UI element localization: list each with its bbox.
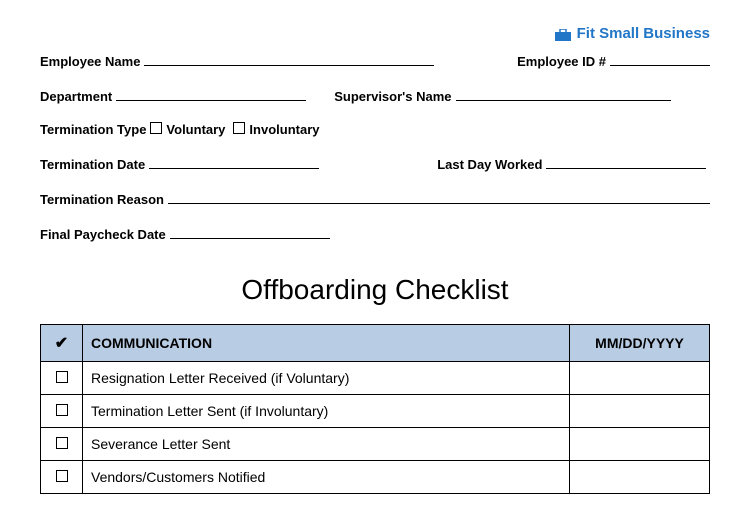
voluntary-label: Voluntary	[166, 122, 225, 137]
table-row: Termination Letter Sent (if Involuntary)	[41, 395, 710, 428]
row-label: Vendors/Customers Notified	[83, 461, 570, 494]
final-paycheck-field[interactable]: Final Paycheck Date	[40, 225, 330, 242]
brand-text: Fit Small Business	[577, 25, 710, 42]
table-row: Resignation Letter Received (if Voluntar…	[41, 362, 710, 395]
supervisor-input[interactable]	[456, 87, 671, 101]
termination-reason-label: Termination Reason	[40, 192, 164, 207]
row-date-input[interactable]	[570, 461, 710, 494]
header-section: COMMUNICATION	[83, 325, 570, 362]
final-paycheck-label: Final Paycheck Date	[40, 227, 166, 242]
last-day-field[interactable]: Last Day Worked	[437, 155, 706, 172]
termination-type-label: Termination Type	[40, 122, 146, 137]
termination-type-field: Termination Type Voluntary Involuntary	[40, 122, 320, 137]
table-row: Severance Letter Sent	[41, 428, 710, 461]
department-field[interactable]: Department	[40, 87, 306, 104]
row-checkbox[interactable]	[56, 470, 68, 482]
involuntary-checkbox[interactable]	[233, 122, 245, 134]
page-title: Offboarding Checklist	[40, 274, 710, 306]
row-date-input[interactable]	[570, 362, 710, 395]
row-date-input[interactable]	[570, 395, 710, 428]
supervisor-label: Supervisor's Name	[334, 89, 451, 104]
brand-header: Fit Small Business	[40, 25, 710, 42]
row-checkbox[interactable]	[56, 437, 68, 449]
termination-reason-field[interactable]: Termination Reason	[40, 190, 710, 207]
employee-id-input[interactable]	[610, 52, 710, 66]
involuntary-label: Involuntary	[249, 122, 319, 137]
last-day-input[interactable]	[546, 155, 706, 169]
row-checkbox[interactable]	[56, 404, 68, 416]
header-date: MM/DD/YYYY	[570, 325, 710, 362]
employee-id-label: Employee ID #	[517, 54, 606, 69]
row-label: Severance Letter Sent	[83, 428, 570, 461]
voluntary-checkbox[interactable]	[150, 122, 162, 134]
termination-date-label: Termination Date	[40, 157, 145, 172]
department-input[interactable]	[116, 87, 306, 101]
checklist-table: ✔ COMMUNICATION MM/DD/YYYY Resignation L…	[40, 324, 710, 494]
employee-name-field[interactable]: Employee Name	[40, 52, 434, 69]
row-label: Resignation Letter Received (if Voluntar…	[83, 362, 570, 395]
termination-reason-input[interactable]	[168, 190, 710, 204]
table-row: Vendors/Customers Notified	[41, 461, 710, 494]
header-check: ✔	[41, 325, 83, 362]
row-label: Termination Letter Sent (if Involuntary)	[83, 395, 570, 428]
employee-id-field[interactable]: Employee ID #	[517, 52, 710, 69]
supervisor-field[interactable]: Supervisor's Name	[334, 87, 670, 104]
briefcase-icon	[555, 28, 571, 40]
last-day-label: Last Day Worked	[437, 157, 542, 172]
termination-date-field[interactable]: Termination Date	[40, 155, 319, 172]
final-paycheck-input[interactable]	[170, 225, 330, 239]
termination-date-input[interactable]	[149, 155, 319, 169]
row-checkbox[interactable]	[56, 371, 68, 383]
employee-name-input[interactable]	[144, 52, 434, 66]
employee-name-label: Employee Name	[40, 54, 140, 69]
department-label: Department	[40, 89, 112, 104]
row-date-input[interactable]	[570, 428, 710, 461]
